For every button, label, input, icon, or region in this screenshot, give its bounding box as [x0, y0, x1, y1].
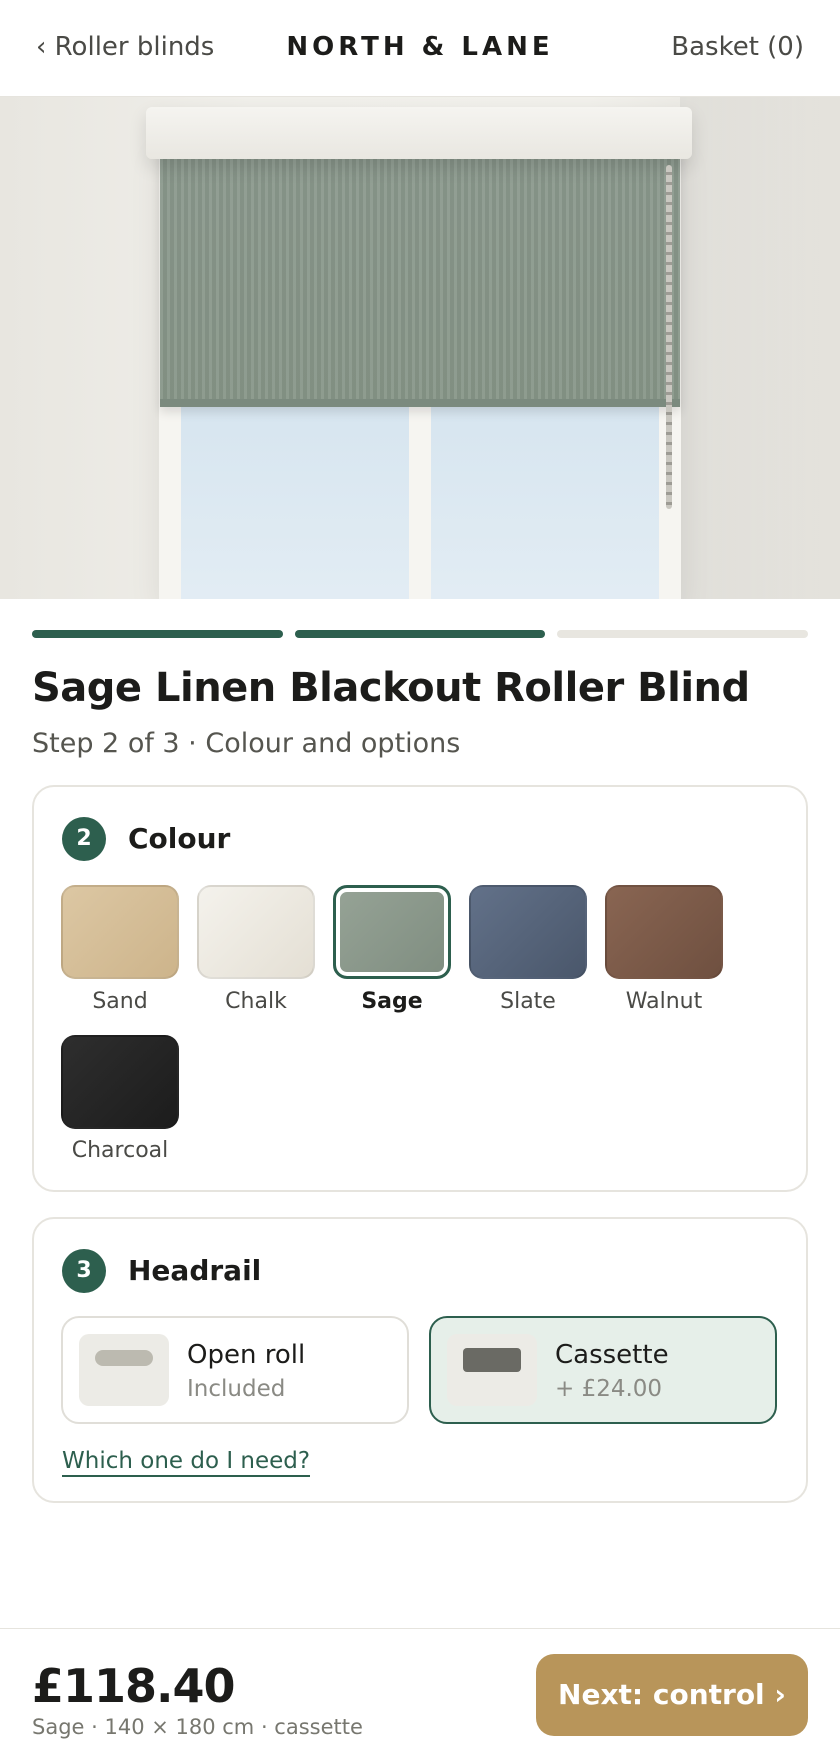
basket-link[interactable]: Basket (0): [671, 32, 804, 62]
product-preview-image: [0, 97, 840, 599]
swatch-sage[interactable]: [333, 885, 451, 979]
bottom-bar: £118.40 Sage · 140 × 180 cm · cassette N…: [0, 1628, 840, 1760]
open-roll-bar: [95, 1350, 153, 1366]
swatch-charcoal[interactable]: [61, 1035, 179, 1129]
headrail-help-link[interactable]: Which one do I need?: [62, 1448, 311, 1477]
swatch-label-sage: Sage: [361, 989, 423, 1014]
colour-card: 2 Colour Sand Chalk Sage Slate Walnut Ch…: [32, 785, 808, 1192]
wall-shadow: [680, 97, 840, 599]
option-price: + £24.00: [555, 1376, 663, 1402]
configuration-summary: Sage · 140 × 180 cm · cassette: [32, 1715, 363, 1739]
progress-segment-3: [557, 630, 809, 638]
top-bar: ‹ Roller blinds NORTH & LANE Basket (0): [0, 0, 840, 97]
swatch-label-chalk: Chalk: [225, 989, 287, 1014]
progress-segment-2: [294, 630, 546, 638]
headrail-card: 3 Headrail Open roll Included Cassette +…: [32, 1217, 808, 1503]
headrail-option-open-roll[interactable]: Open roll Included: [61, 1316, 409, 1424]
swatch-sand[interactable]: [61, 885, 179, 979]
next-step-button[interactable]: Next: control ›: [536, 1654, 808, 1736]
blind-fabric: [160, 149, 680, 406]
headrail-option-cassette[interactable]: Cassette + £24.00: [429, 1316, 777, 1424]
swatch-label-sand: Sand: [92, 989, 148, 1014]
swatch-label-slate: Slate: [500, 989, 556, 1014]
option-name: Open roll: [187, 1340, 306, 1370]
blind-bottom-bar: [160, 399, 680, 407]
swatch-chalk[interactable]: [197, 885, 315, 979]
step-progress: [32, 630, 809, 638]
blind-chain: [666, 165, 672, 509]
swatch-label-charcoal: Charcoal: [71, 1138, 169, 1163]
option-name: Cassette: [555, 1340, 669, 1370]
cassette-icon: [447, 1334, 537, 1406]
colour-heading: Colour: [128, 822, 231, 855]
step-subtitle: Step 2 of 3 · Colour and options: [32, 728, 461, 759]
swatch-label-walnut: Walnut: [625, 989, 703, 1014]
cassette-bar: [463, 1348, 521, 1372]
option-price: Included: [187, 1376, 286, 1402]
swatch-slate[interactable]: [469, 885, 587, 979]
open-roll-icon: [79, 1334, 169, 1406]
blind-headbox: [146, 107, 692, 159]
swatch-walnut[interactable]: [605, 885, 723, 979]
brand-name[interactable]: NORTH & LANE: [286, 32, 553, 62]
progress-segment-1: [32, 630, 283, 638]
product-title: Sage Linen Blackout Roller Blind: [32, 665, 750, 711]
back-link[interactable]: ‹ Roller blinds: [36, 32, 214, 62]
step-number-badge: 3: [62, 1249, 106, 1293]
total-price: £118.40: [32, 1659, 236, 1713]
headrail-heading: Headrail: [128, 1254, 262, 1287]
step-number-badge: 2: [62, 817, 106, 861]
